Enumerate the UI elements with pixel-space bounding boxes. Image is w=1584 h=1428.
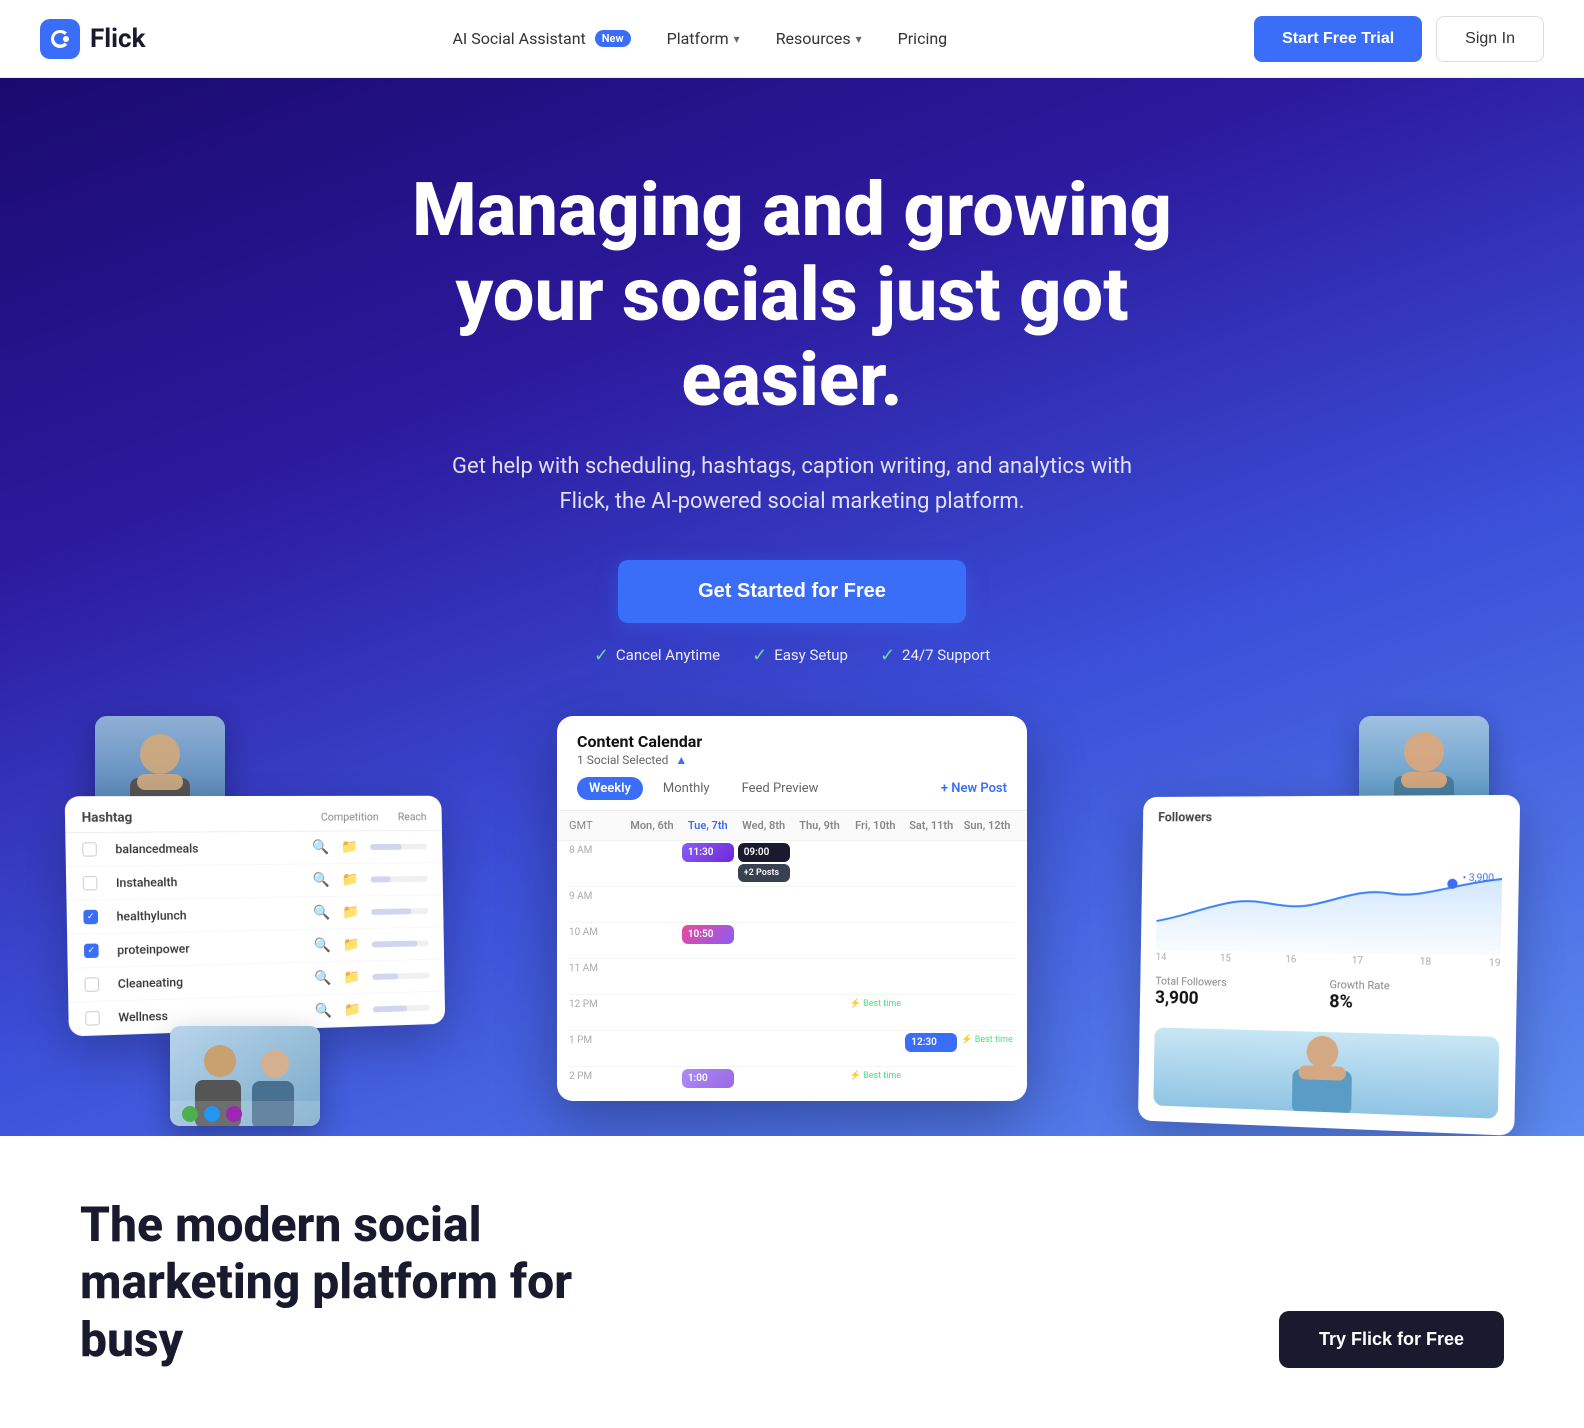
total-followers-stat: Total Followers 3,900 bbox=[1155, 974, 1318, 1011]
hero-mockups: Hashtag Competition Reach balancedmeals … bbox=[40, 716, 1544, 1136]
hashtag-checkbox[interactable] bbox=[83, 876, 98, 891]
hashtag-bar bbox=[372, 940, 429, 947]
hashtag-checkbox[interactable] bbox=[85, 1011, 100, 1026]
calendar-grid: GMT Mon, 6th Tue, 7th Wed, 8th Thu, 9th … bbox=[557, 811, 1027, 1101]
hashtag-bar bbox=[370, 843, 427, 849]
folder-icon[interactable]: 📁 bbox=[344, 1001, 369, 1018]
nav-ai-assistant[interactable]: AI Social Assistant New bbox=[452, 29, 630, 48]
search-icon[interactable]: 🔍 bbox=[315, 1002, 341, 1019]
hashtag-checkbox[interactable]: ✓ bbox=[83, 909, 98, 924]
search-icon[interactable]: 🔍 bbox=[314, 970, 340, 987]
logo-icon bbox=[40, 19, 80, 59]
nav-center: AI Social Assistant New Platform ▾ Resou… bbox=[452, 29, 947, 48]
hashtag-bar bbox=[371, 876, 428, 883]
hashtag-name: Instahealth bbox=[116, 873, 309, 890]
try-flick-button[interactable]: Try Flick for Free bbox=[1279, 1311, 1504, 1368]
tab-weekly[interactable]: Weekly bbox=[577, 777, 643, 800]
hashtag-bar bbox=[371, 908, 428, 915]
check-icon: ✓ bbox=[594, 645, 609, 666]
hashtag-checkbox[interactable] bbox=[85, 977, 100, 992]
tab-feed[interactable]: Feed Preview bbox=[730, 777, 831, 800]
calendar-event[interactable]: 11:30 bbox=[682, 843, 734, 862]
calendar-body: 8 AM 11:30 09:00 +2 Posts bbox=[557, 841, 1027, 1101]
search-icon[interactable]: 🔍 bbox=[312, 872, 338, 888]
search-icon[interactable]: 🔍 bbox=[314, 937, 340, 953]
calendar-event[interactable]: +2 Posts bbox=[738, 864, 790, 882]
calendar-tabs: Weekly Monthly Feed Preview + New Post bbox=[577, 777, 1007, 800]
hero-section: Managing and growing your socials just g… bbox=[0, 78, 1584, 1136]
calendar-header: Content Calendar 1 Social Selected ▲ Wee… bbox=[557, 716, 1027, 811]
folder-icon[interactable]: 📁 bbox=[343, 936, 368, 952]
calendar-event[interactable]: 1:00 bbox=[682, 1069, 734, 1088]
tab-monthly[interactable]: Monthly bbox=[651, 777, 722, 800]
folder-icon[interactable]: 📁 bbox=[342, 871, 367, 887]
hashtag-bar bbox=[373, 1004, 430, 1012]
analytics-header: Followers bbox=[1143, 795, 1520, 833]
hashtag-name: healthylunch bbox=[116, 906, 309, 924]
analytics-panel: Followers • 3,900 bbox=[1138, 795, 1520, 1136]
hero-badges: ✓ Cancel Anytime ✓ Easy Setup ✓ 24/7 Sup… bbox=[594, 645, 990, 666]
hashtag-name: Cleaneating bbox=[118, 971, 311, 990]
badge-support: ✓ 24/7 Support bbox=[880, 645, 990, 666]
hero-subtitle: Get help with scheduling, hashtags, capt… bbox=[442, 449, 1142, 519]
hashtag-header: Hashtag Competition Reach bbox=[65, 795, 442, 832]
calendar-event[interactable]: 10:50 bbox=[682, 925, 734, 944]
hashtag-panel: Hashtag Competition Reach balancedmeals … bbox=[65, 795, 446, 1036]
badge-cancel: ✓ Cancel Anytime bbox=[594, 645, 720, 666]
bottom-headline: The modern social marketing platform for… bbox=[80, 1196, 680, 1369]
hashtag-title: Hashtag bbox=[82, 810, 133, 826]
calendar-event[interactable]: 12:30 bbox=[905, 1033, 957, 1052]
analytics-stats: Total Followers 3,900 Growth Rate 8% bbox=[1140, 962, 1517, 1028]
search-icon[interactable]: 🔍 bbox=[312, 839, 338, 855]
check-icon: ✓ bbox=[880, 645, 895, 666]
bottom-section: The modern social marketing platform for… bbox=[0, 1136, 1584, 1428]
avatar-bottom-left bbox=[170, 1026, 320, 1126]
start-free-trial-button[interactable]: Start Free Trial bbox=[1254, 16, 1422, 62]
nav-platform[interactable]: Platform ▾ bbox=[667, 29, 740, 48]
hashtag-checkbox[interactable] bbox=[82, 842, 97, 856]
folder-icon[interactable]: 📁 bbox=[342, 904, 367, 920]
analytics-chart: • 3,900 bbox=[1141, 833, 1520, 956]
hashtag-name: proteinpower bbox=[117, 939, 310, 957]
growth-rate-stat: Growth Rate 8% bbox=[1329, 978, 1500, 1016]
nav-resources[interactable]: Resources ▾ bbox=[776, 29, 862, 48]
hashtag-checkbox[interactable]: ✓ bbox=[84, 943, 99, 958]
folder-icon[interactable]: 📁 bbox=[343, 969, 368, 985]
check-icon: ✓ bbox=[752, 645, 767, 666]
hashtag-bar bbox=[372, 972, 429, 979]
hero-title: Managing and growing your socials just g… bbox=[342, 168, 1242, 423]
hashtag-name: Wellness bbox=[118, 1004, 311, 1024]
logo[interactable]: Flick bbox=[40, 19, 145, 59]
ai-badge: New bbox=[595, 30, 631, 47]
new-post-button[interactable]: + New Post bbox=[941, 781, 1007, 796]
platform-chevron-icon: ▾ bbox=[734, 32, 740, 46]
sign-in-button[interactable]: Sign In bbox=[1436, 16, 1544, 62]
hashtag-list: balancedmeals 🔍 📁 Instahealth 🔍 📁 ✓ heal… bbox=[65, 831, 445, 1037]
svg-text:• 3,900: • 3,900 bbox=[1463, 872, 1495, 884]
search-icon[interactable]: 🔍 bbox=[313, 904, 339, 920]
calendar-day-headers: GMT Mon, 6th Tue, 7th Wed, 8th Thu, 9th … bbox=[557, 811, 1027, 841]
content-calendar: Content Calendar 1 Social Selected ▲ Wee… bbox=[557, 716, 1027, 1101]
hashtag-name: balancedmeals bbox=[115, 840, 308, 856]
badge-setup: ✓ Easy Setup bbox=[752, 645, 848, 666]
logo-text: Flick bbox=[90, 24, 145, 54]
calendar-event[interactable]: 09:00 bbox=[738, 843, 790, 862]
get-started-button[interactable]: Get Started for Free bbox=[618, 560, 966, 623]
hashtag-item: Instahealth 🔍 📁 bbox=[66, 863, 443, 901]
nav-right: Start Free Trial Sign In bbox=[1254, 16, 1544, 62]
resources-chevron-icon: ▾ bbox=[856, 32, 862, 46]
navbar: Flick AI Social Assistant New Platform ▾… bbox=[0, 0, 1584, 78]
nav-pricing[interactable]: Pricing bbox=[898, 29, 948, 48]
folder-icon[interactable]: 📁 bbox=[341, 839, 366, 855]
hashtag-item: balancedmeals 🔍 📁 bbox=[65, 831, 442, 867]
